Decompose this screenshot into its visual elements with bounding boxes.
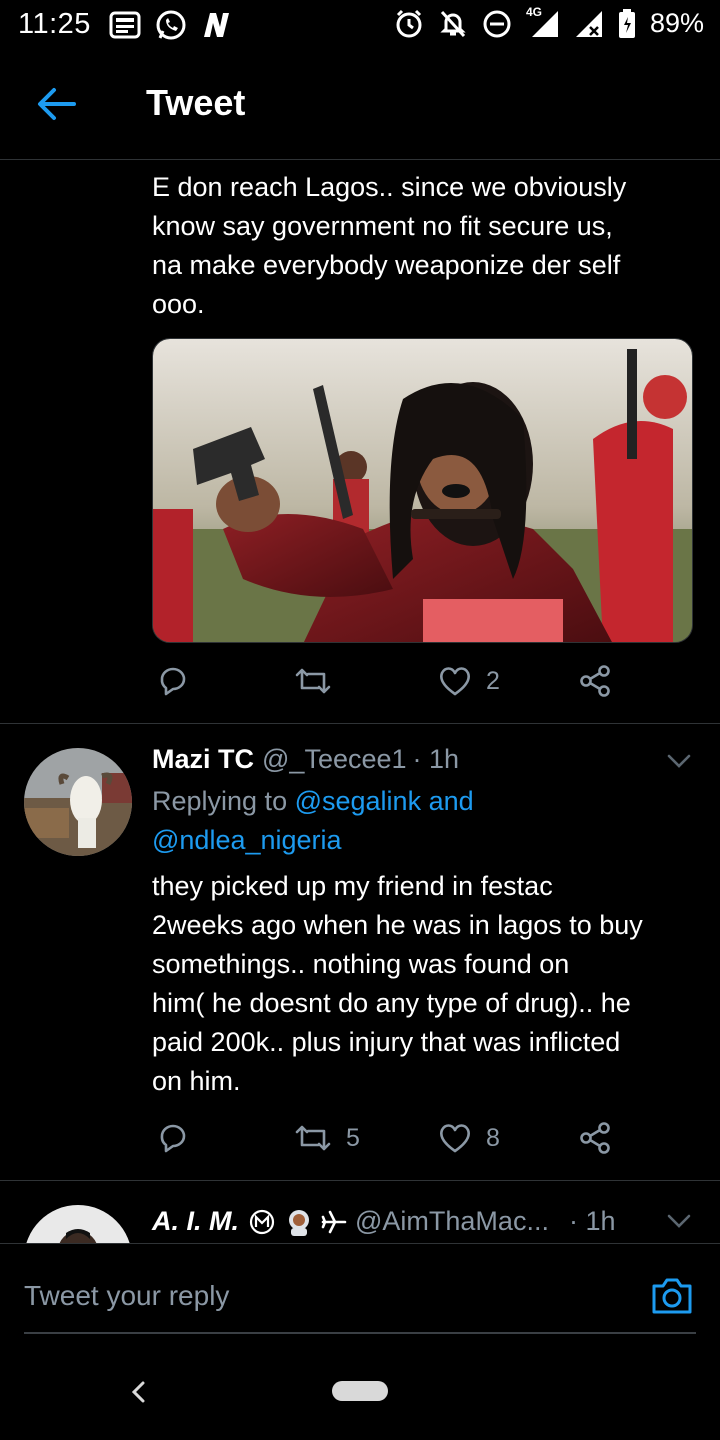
reply-button[interactable] [156, 664, 204, 698]
reply-input[interactable]: Tweet your reply [24, 1280, 229, 1312]
like-button[interactable]: 8 [438, 1121, 500, 1155]
m-circle-icon [249, 1209, 275, 1234]
home-pill[interactable] [332, 1381, 388, 1401]
alarm-icon [396, 9, 422, 37]
replying-and: and [421, 786, 474, 816]
signal-x-icon [575, 10, 602, 37]
tweet-text-line: ooo. [152, 289, 205, 319]
tweet-time: · 1h [568, 1206, 616, 1236]
tweet-text: they picked up my friend in festac 2week… [152, 867, 697, 1101]
chevron-down-icon[interactable] [664, 1206, 694, 1236]
avatar[interactable] [24, 748, 132, 856]
avatar-person-photo [26, 1205, 130, 1243]
retweet-icon [295, 1125, 331, 1151]
tweet-text-line: na make everybody weaponize der self [152, 250, 621, 280]
tweet-time: · 1h [412, 744, 460, 774]
do-not-disturb-icon [483, 10, 511, 37]
chevron-down-icon[interactable] [664, 746, 694, 776]
tweet-author-row: A. I. M. @AimThaMac... · 1h [152, 1206, 615, 1237]
share-button[interactable] [578, 664, 612, 698]
retweet-count: 5 [346, 1123, 360, 1152]
mute-icon [440, 10, 466, 37]
tweet-text-line: him( he doesnt do any type of drug).. he [152, 988, 631, 1018]
tweet-text-line: paid 200k.. plus injury that was inflict… [152, 1027, 621, 1057]
tweet-text-line: they picked up my friend in festac [152, 871, 553, 901]
replying-to: Replying to @segalink and @ndlea_nigeria [152, 782, 672, 860]
author-name[interactable]: Mazi TC [152, 744, 254, 775]
tweet-text-line: somethings.. nothing was found on [152, 949, 570, 979]
retweet-button[interactable]: 5 [294, 1121, 360, 1155]
system-navigation-bar [0, 1343, 720, 1440]
like-count: 2 [486, 666, 500, 695]
page-title: Tweet [146, 82, 246, 123]
battery-icon [618, 8, 635, 38]
nav-back-icon[interactable] [124, 1377, 154, 1407]
n-app-icon [204, 13, 229, 37]
like-button[interactable]: 2 [438, 664, 500, 698]
retweet-button[interactable] [294, 664, 346, 698]
divider [0, 723, 720, 724]
battery-percentage: 89% [649, 8, 704, 38]
avatar-goat-photo [24, 748, 132, 856]
top-app-bar: Tweet [0, 52, 720, 160]
tweet-text-line: 2weeks ago when he was in lagos to buy [152, 910, 643, 940]
astronaut-emoji-icon [289, 1209, 309, 1236]
share-icon [580, 665, 610, 697]
avatar[interactable] [24, 1205, 132, 1243]
photo-woman-with-gun [153, 339, 692, 642]
mention-link[interactable]: @ndlea_nigeria [152, 825, 342, 855]
whatsapp-icon [156, 10, 186, 40]
tweet-actions: 2 [152, 664, 622, 704]
heart-icon [440, 1124, 470, 1153]
tweet-text-line: E don reach Lagos.. since we obviously [152, 172, 627, 202]
like-count: 8 [486, 1123, 500, 1152]
tweet-author-row: Mazi TC @_Teecee1 · 1h [152, 744, 459, 775]
reply-input-underline [24, 1332, 696, 1334]
replying-to-label: Replying to [152, 786, 295, 816]
status-left-icons [108, 8, 232, 42]
tweet-text-line: know say government no fit secure us, [152, 211, 613, 241]
reply-composer: Tweet your reply [0, 1243, 720, 1343]
tweet-actions: 5 8 [152, 1121, 622, 1161]
status-right-icons: 4G 89% [394, 5, 704, 39]
news-app-icon [109, 11, 141, 39]
author-handle[interactable]: @AimThaMac... [355, 1206, 549, 1237]
retweet-icon [295, 668, 331, 694]
signal-icon: 4G [526, 5, 560, 39]
mention-link[interactable]: @segalink [295, 786, 421, 816]
status-bar: 11:25 4G 89% [0, 0, 720, 52]
tweet-text: E don reach Lagos.. since we obviously k… [152, 168, 697, 324]
tweet-media-photo[interactable] [152, 338, 693, 643]
tweet-text-line: on him. [152, 1066, 241, 1096]
author-name[interactable]: A. I. M. [152, 1206, 239, 1237]
status-time: 11:25 [18, 8, 91, 40]
reply-icon [160, 1124, 186, 1153]
share-icon [580, 1122, 610, 1154]
share-button[interactable] [578, 1121, 612, 1155]
author-handle[interactable]: @_Teecee1 [262, 744, 407, 775]
heart-icon [440, 667, 470, 696]
reply-icon [160, 667, 186, 696]
reply-button[interactable] [156, 1121, 204, 1155]
camera-icon[interactable] [650, 1274, 694, 1316]
airplane-icon [321, 1210, 347, 1233]
arrow-left-icon[interactable] [34, 82, 78, 126]
divider [0, 1180, 720, 1181]
